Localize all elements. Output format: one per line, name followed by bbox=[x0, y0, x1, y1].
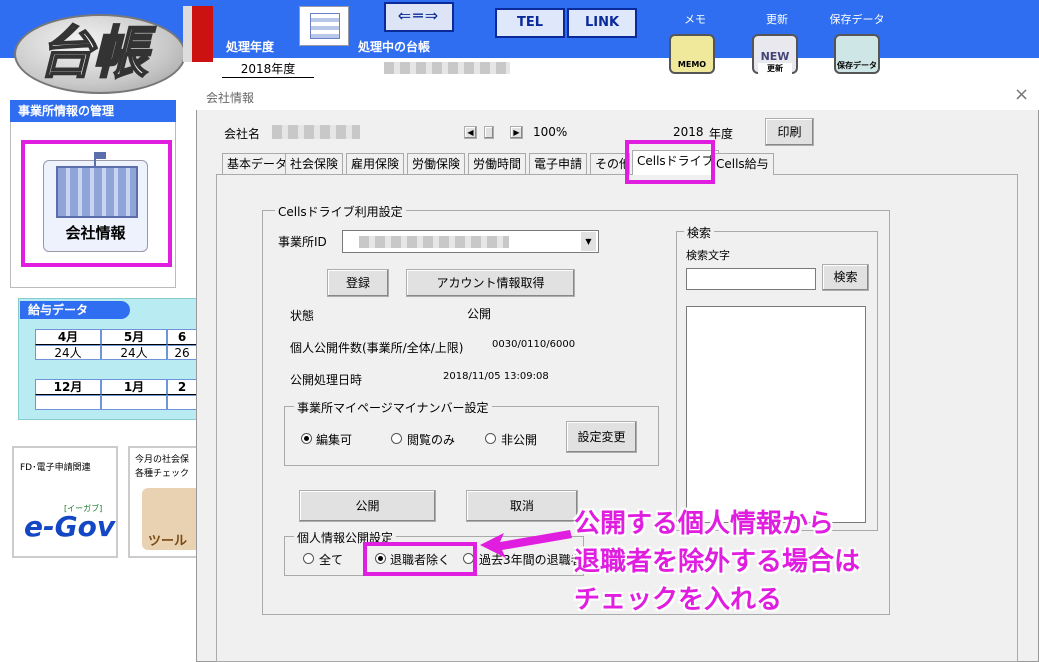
zoom-decrease-button[interactable]: ◀ bbox=[464, 126, 477, 139]
tel-button[interactable]: TEL bbox=[495, 8, 565, 38]
zoom-increase-button[interactable]: ▶ bbox=[510, 126, 523, 139]
register-button[interactable]: 登録 bbox=[327, 269, 389, 297]
link-button[interactable]: LINK bbox=[567, 8, 637, 38]
date-value: 2018/11/05 13:09:08 bbox=[443, 371, 549, 382]
ledger-book-icon[interactable] bbox=[183, 6, 213, 62]
cells-drive-tab-highlight bbox=[625, 140, 715, 184]
annotation-arrow bbox=[480, 530, 572, 558]
calendar-icon[interactable] bbox=[299, 6, 349, 46]
fd-label: FD･電子申請関連 bbox=[20, 463, 91, 473]
tab-social-insurance[interactable]: 社会保険 bbox=[285, 153, 344, 175]
ledger-label: 処理中の台帳 bbox=[358, 40, 431, 54]
cells-drive-settings-title: Cellsドライブ利用設定 bbox=[275, 203, 406, 220]
year-label: 処理年度 bbox=[226, 40, 275, 54]
radio-view-only-label: 閲覧のみ bbox=[407, 433, 456, 447]
tab-e-application[interactable]: 電子申請 bbox=[529, 153, 588, 175]
salary-count bbox=[35, 395, 101, 410]
social-check-label1: 今月の社会保 bbox=[135, 455, 190, 465]
tab-other[interactable]: その他 bbox=[590, 153, 630, 175]
radio-all[interactable] bbox=[303, 553, 314, 564]
salary-count bbox=[167, 395, 197, 410]
account-info-button[interactable]: アカウント情報取得 bbox=[406, 269, 575, 297]
office-id-select[interactable]: ▼ bbox=[342, 230, 599, 253]
radio-private[interactable] bbox=[485, 433, 496, 444]
update-label: 更新 bbox=[766, 13, 788, 26]
egov-logo: e-Gov bbox=[24, 510, 116, 543]
radio-view-only[interactable] bbox=[391, 433, 402, 444]
salary-count: 24人 bbox=[101, 345, 167, 360]
salary-month[interactable]: 4月 bbox=[35, 329, 101, 345]
status-value: 公開 bbox=[467, 307, 492, 321]
app-logo-text: 台帳 bbox=[37, 20, 149, 87]
mynumber-group-title: 事業所マイページマイナンバー設定 bbox=[294, 399, 492, 416]
search-input[interactable] bbox=[686, 268, 816, 290]
annotation-line3: チェックを入れる bbox=[574, 585, 783, 615]
tool-label: ツール bbox=[148, 534, 188, 549]
tab-working-hours[interactable]: 労働時間 bbox=[468, 153, 527, 175]
search-button[interactable]: 検索 bbox=[822, 264, 869, 291]
date-label: 公開処理日時 bbox=[290, 373, 363, 387]
publish-button[interactable]: 公開 bbox=[299, 490, 436, 522]
annotation-line1: 公開する個人情報から bbox=[574, 509, 835, 539]
radio-edit-label: 編集可 bbox=[316, 433, 353, 447]
flag-icon bbox=[96, 152, 106, 159]
search-group-title: 検索 bbox=[684, 224, 715, 241]
social-check-label2: 各種チェック bbox=[135, 469, 190, 479]
count-value: 0030/0110/6000 bbox=[492, 339, 576, 350]
status-label: 状態 bbox=[290, 309, 315, 323]
update-icon-text: 更新 bbox=[758, 63, 792, 74]
salary-count bbox=[101, 395, 167, 410]
building-icon bbox=[56, 166, 138, 218]
save-data-icon[interactable]: 保存データ bbox=[834, 34, 880, 74]
salary-data-title: 給与データ bbox=[20, 301, 130, 319]
memo-label: メモ bbox=[684, 13, 706, 26]
change-settings-button[interactable]: 設定変更 bbox=[566, 421, 637, 453]
search-results-list[interactable] bbox=[686, 306, 866, 523]
company-name-redacted bbox=[272, 125, 360, 139]
save-data-label: 保存データ bbox=[829, 13, 885, 26]
radio-all-label: 全て bbox=[319, 553, 344, 567]
radio-edit[interactable] bbox=[301, 433, 312, 444]
print-button[interactable]: 印刷 bbox=[765, 118, 814, 146]
office-id-redacted bbox=[359, 236, 509, 248]
annotation-line2: 退職者を除外する場合は bbox=[574, 547, 861, 577]
year-value: 2018年度 bbox=[222, 60, 314, 78]
save-data-icon-text: 保存データ bbox=[837, 61, 877, 70]
zoom-value: 100% bbox=[533, 125, 568, 139]
tab-basic-data[interactable]: 基本データ bbox=[222, 153, 293, 175]
count-label: 個人公開件数(事業所/全体/上限) bbox=[290, 341, 464, 355]
radio-private-label: 非公開 bbox=[501, 433, 538, 447]
zoom-slider[interactable] bbox=[484, 126, 494, 139]
salary-month[interactable]: 1月 bbox=[101, 379, 167, 395]
update-badge: NEW bbox=[760, 50, 790, 63]
update-icon[interactable]: NEW 更新 bbox=[752, 34, 798, 74]
chevron-down-icon[interactable]: ▼ bbox=[581, 232, 596, 251]
salary-count: 24人 bbox=[35, 345, 101, 360]
tab-labor-insurance[interactable]: 労働保険 bbox=[407, 153, 466, 175]
salary-month[interactable]: 12月 bbox=[35, 379, 101, 395]
search-text-label: 検索文字 bbox=[686, 249, 730, 262]
salary-count: 26 bbox=[167, 345, 197, 360]
ledger-name-redacted bbox=[384, 62, 510, 74]
company-info-label: 会社情報 bbox=[65, 224, 126, 242]
dialog-title: 会社情報 bbox=[196, 80, 1039, 110]
tab-cells-salary[interactable]: Cells給与 bbox=[711, 153, 774, 175]
memo-icon-text: MEMO bbox=[677, 60, 707, 69]
company-name-label: 会社名 bbox=[224, 127, 261, 141]
exclude-retired-highlight bbox=[363, 542, 477, 576]
tab-employment-insurance[interactable]: 雇用保険 bbox=[346, 153, 405, 175]
office-info-title: 事業所情報の管理 bbox=[10, 100, 176, 122]
year-number: 2018 bbox=[673, 125, 704, 139]
close-icon[interactable]: × bbox=[1014, 84, 1029, 105]
memo-icon[interactable]: MEMO bbox=[669, 34, 715, 74]
switch-arrows-icon[interactable]: ⇐═⇒ bbox=[384, 2, 454, 32]
salary-month[interactable]: 5月 bbox=[101, 329, 167, 345]
cancel-publish-button[interactable]: 取消 bbox=[466, 490, 578, 522]
office-id-label: 事業所ID bbox=[278, 235, 327, 249]
salary-month[interactable]: 6 bbox=[167, 329, 197, 345]
salary-month[interactable]: 2 bbox=[167, 379, 197, 395]
